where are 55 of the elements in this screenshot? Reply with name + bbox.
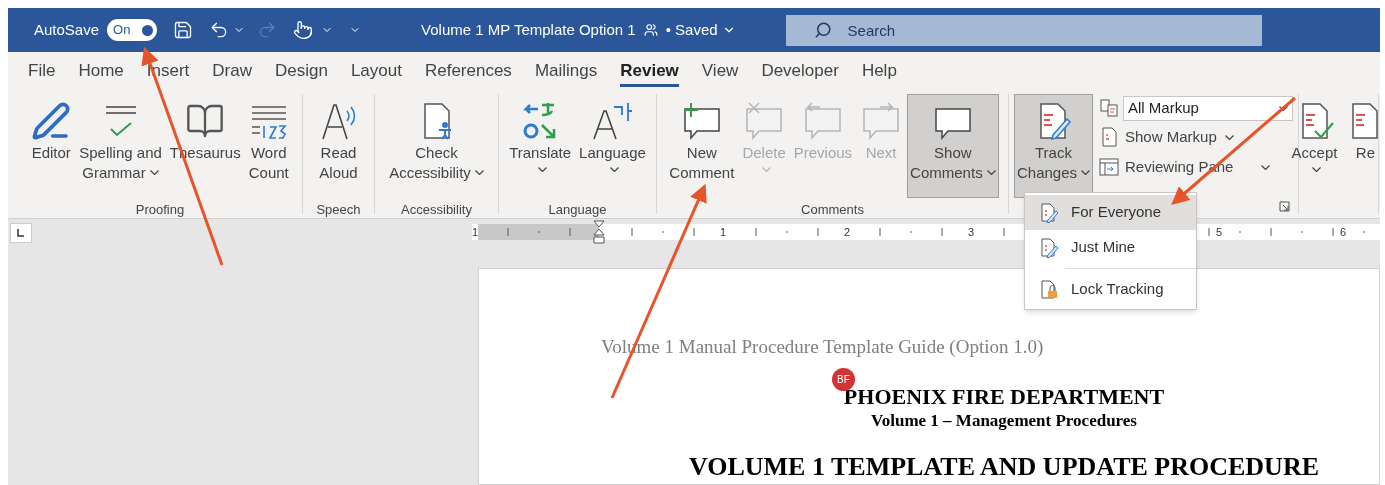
menu-item[interactable]: For Everyone (1025, 195, 1196, 230)
document-title: Volume 1 MP Template Option 1 (421, 19, 636, 40)
reviewing-pane-icon (1099, 157, 1119, 177)
ribbon-tab[interactable]: Mailings (534, 57, 598, 87)
track-changes-icon (1039, 237, 1059, 258)
group-label: Language (548, 201, 607, 219)
document-heading: VOLUME 1 TEMPLATE AND UPDATE PROCEDURE (689, 450, 1319, 483)
markup-display-icon (1099, 98, 1119, 118)
autosave-toggle[interactable]: On (107, 19, 158, 41)
ribbon-button[interactable]: Show Comments (907, 94, 999, 198)
menu-item[interactable]: Lock Tracking (1025, 272, 1196, 307)
ribbon-button[interactable]: Translate (506, 94, 575, 198)
group-label: Accessibility (401, 201, 472, 219)
language-icon (592, 101, 633, 141)
tab-stop-icon[interactable] (10, 223, 32, 243)
ribbon-tab[interactable]: Layout (350, 57, 402, 87)
dropdown-caret-icon (1279, 105, 1288, 111)
touch-mode-icon[interactable] (293, 20, 314, 40)
ribbon-tab[interactable]: Design (274, 57, 328, 87)
track-changes-icon (1039, 202, 1059, 223)
ruler-number: 1 (472, 224, 479, 240)
search-field[interactable]: Search (785, 14, 1262, 46)
search-icon (813, 20, 832, 39)
ribbon-tab[interactable]: View (701, 57, 739, 87)
ribbon-tab[interactable]: Developer (761, 57, 839, 87)
ribbon-tab[interactable]: Home (78, 57, 124, 87)
group-label: Comments (801, 201, 864, 219)
save-status[interactable]: • Saved (665, 18, 736, 42)
ribbon-tab[interactable]: References (424, 57, 512, 87)
ribbon-tab[interactable]: Draw (212, 57, 252, 87)
save-icon[interactable] (173, 20, 194, 40)
ribbon-button[interactable]: Track Changes (1013, 94, 1093, 198)
autosave-label: AutoSave (34, 19, 100, 40)
editor-pen-icon (31, 101, 72, 141)
ribbon-tab[interactable]: Review (620, 57, 679, 87)
ribbon-button[interactable]: Re (1342, 94, 1385, 198)
dialog-launcher-icon[interactable] (1279, 201, 1290, 212)
ribbon-button[interactable]: Word Count (245, 94, 292, 198)
markup-select[interactable]: All Markup (1123, 95, 1293, 121)
ribbon-button[interactable]: Editor (28, 94, 75, 198)
comment-author-badge[interactable]: BF (831, 367, 855, 391)
ribbon-tab[interactable]: File (28, 57, 56, 87)
ribbon-button[interactable]: Spelling and Grammar (76, 94, 165, 198)
ribbon-button[interactable]: Check Accessibility (386, 94, 487, 198)
document-markup-icon (1099, 127, 1119, 147)
group-label: Speech (316, 201, 361, 219)
ribbon-tab[interactable]: Help (861, 57, 897, 87)
ribbon-button[interactable]: Language (576, 94, 649, 198)
document-subtitle: Volume 1 – Management Procedures (871, 409, 1137, 432)
lock-document-icon (1039, 279, 1059, 300)
ribbon-button[interactable]: New Comment (666, 94, 738, 198)
ribbon-button[interactable]: Read Aloud (315, 94, 362, 198)
menu-item[interactable]: Just Mine (1025, 230, 1196, 265)
group-label: Proofing (135, 201, 185, 219)
people-icon (643, 23, 658, 37)
